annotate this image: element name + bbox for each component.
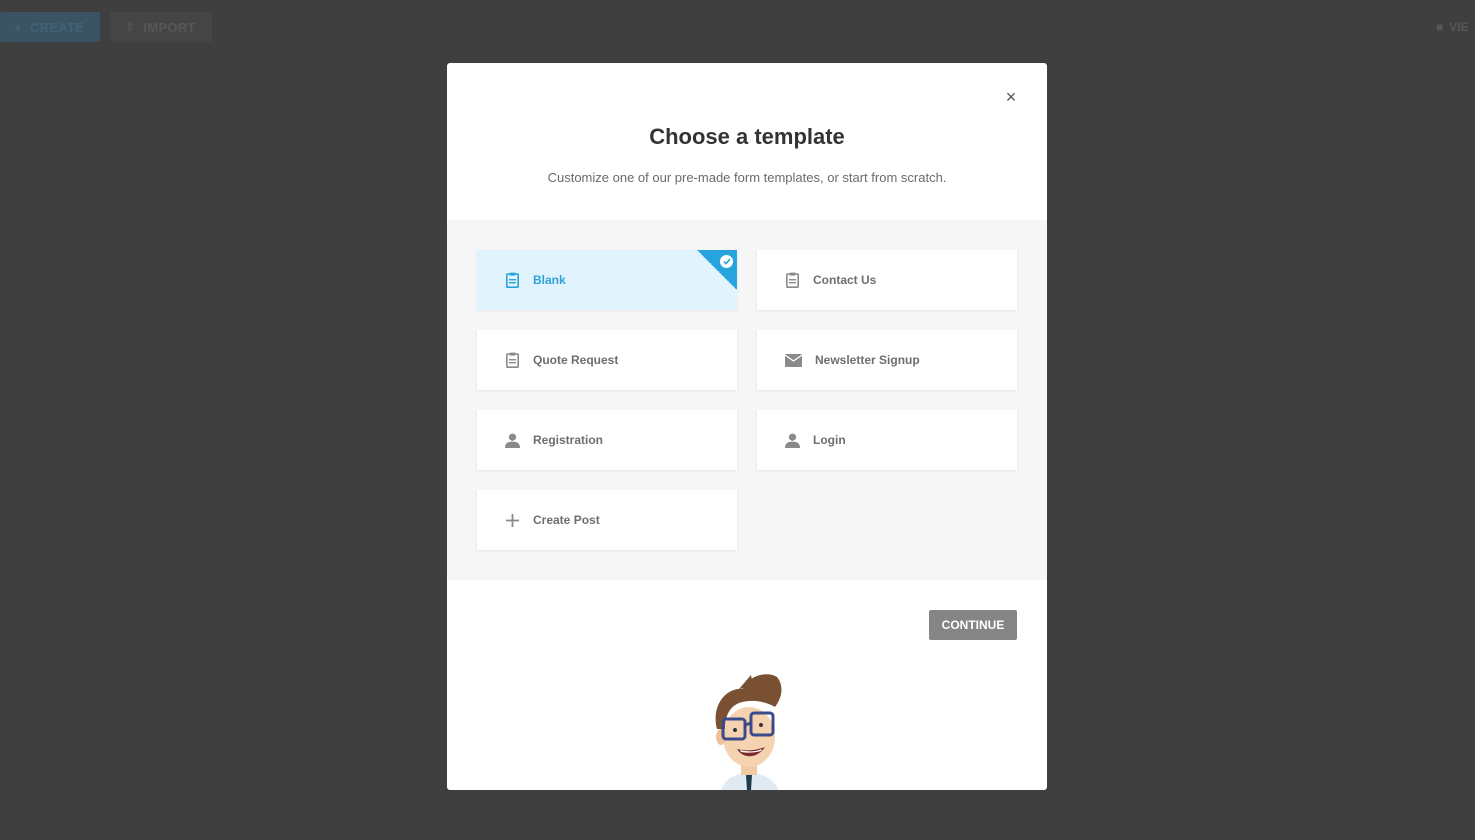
background-toolbar: + CREATE ⇪ IMPORT [0, 12, 212, 42]
clipboard-icon [505, 352, 520, 368]
import-label: IMPORT [143, 19, 196, 35]
user-icon [505, 432, 520, 448]
template-contact-us[interactable]: Contact Us [757, 250, 1017, 310]
modal-subtitle: Customize one of our pre-made form templ… [547, 170, 947, 185]
create-label: CREATE [29, 19, 85, 35]
plus-icon [505, 512, 520, 528]
envelope-icon [785, 352, 802, 368]
view-icon: ■ [1436, 20, 1444, 34]
template-label: Create Post [533, 513, 600, 527]
template-quote-request[interactable]: Quote Request [477, 330, 737, 390]
template-grid: Blank Contact Us Quote Request Newslette… [447, 220, 1047, 580]
create-button: + CREATE [0, 12, 101, 42]
template-label: Registration [533, 433, 604, 447]
modal-title: Choose a template [649, 124, 845, 149]
clipboard-icon [785, 272, 800, 288]
close-icon[interactable]: × [1002, 88, 1020, 106]
template-label: Contact Us [813, 273, 877, 287]
plus-icon: + [14, 19, 22, 35]
import-icon: ⇪ [124, 19, 136, 34]
user-icon [785, 432, 800, 448]
template-label: Blank [533, 273, 566, 287]
continue-button[interactable]: CONTINUE [929, 610, 1017, 640]
check-icon [720, 255, 733, 268]
template-modal: × Choose a template Customize one of our… [447, 63, 1047, 790]
template-label: Login [813, 433, 846, 447]
mascot-illustration [715, 674, 782, 790]
template-login[interactable]: Login [757, 410, 1017, 470]
template-registration[interactable]: Registration [477, 410, 737, 470]
selected-corner [697, 250, 737, 290]
template-blank[interactable]: Blank [477, 250, 737, 310]
import-button: ⇪ IMPORT [110, 12, 212, 42]
view-label: VIE [1449, 20, 1469, 34]
template-label: Newsletter Signup [815, 353, 920, 367]
template-label: Quote Request [533, 353, 619, 367]
clipboard-icon [505, 272, 520, 288]
template-create-post[interactable]: Create Post [477, 490, 737, 550]
view-link: ■ VIE [1436, 20, 1469, 34]
template-newsletter-signup[interactable]: Newsletter Signup [757, 330, 1017, 390]
